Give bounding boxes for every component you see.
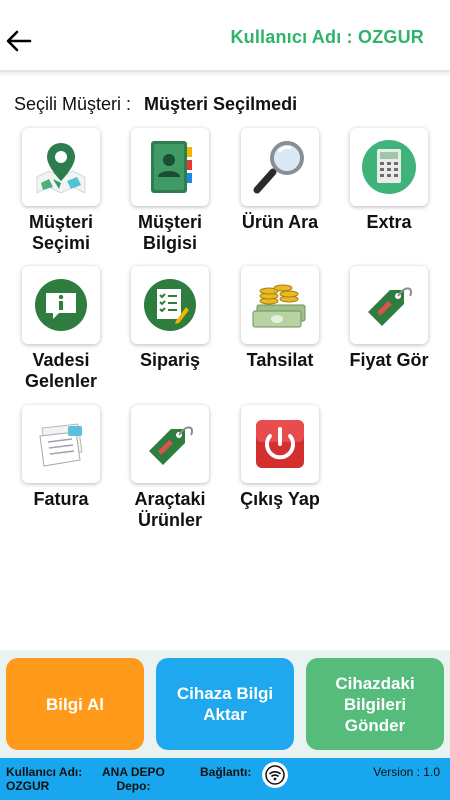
status-user: Kullanıcı Adı: OZGUR — [6, 765, 82, 793]
contact-book-icon — [131, 128, 209, 206]
cihazdaki-bilgileri-gonder-button[interactable]: Cihazdaki Bilgileri Gönder — [306, 658, 444, 750]
menu-aractaki-urunler[interactable]: Araçtaki Ürünler — [115, 405, 225, 531]
menu-label: Vadesi Gelenler — [24, 350, 98, 391]
selected-customer-row: Seçili Müşteri : Müşteri Seçilmedi — [14, 94, 297, 115]
menu-fiyat-gor[interactable]: Fiyat Gör — [334, 266, 444, 371]
status-bar: Kullanıcı Adı: OZGUR ANA DEPO Depo: Bağl… — [0, 758, 450, 800]
back-arrow-icon[interactable] — [4, 26, 34, 56]
menu-label: Çıkış Yap — [240, 489, 320, 509]
status-connection-label: Bağlantı: — [200, 765, 252, 779]
menu-label: Müşteri Bilgisi — [137, 212, 202, 253]
menu-siparis[interactable]: Sipariş — [115, 266, 225, 371]
app-root: Kullanıcı Adı : OZGUR Seçili Müşteri : M… — [0, 0, 450, 800]
info-bubble-icon — [22, 266, 100, 344]
menu-label: Fiyat Gör — [349, 350, 429, 370]
wifi-icon — [262, 762, 288, 788]
menu-label: Müşteri Seçimi — [28, 212, 93, 253]
status-user-value: OZGUR — [6, 779, 50, 793]
invoice-icon — [22, 405, 100, 483]
menu-vadesi-gelenler[interactable]: Vadesi Gelenler — [6, 266, 116, 392]
money-icon — [241, 266, 319, 344]
menu-label: Araçtaki Ürünler — [134, 489, 206, 530]
action-button-area: Bilgi Al Cihaza Bilgi Aktar Cihazdaki Bi… — [0, 650, 450, 758]
status-depo-value: ANA DEPO — [102, 765, 165, 779]
username-title: Kullanıcı Adı : OZGUR — [230, 27, 424, 47]
menu-label: Tahsilat — [246, 350, 314, 370]
menu-label: Ürün Ara — [241, 212, 319, 232]
selected-customer-value: Müşteri Seçilmedi — [144, 94, 298, 114]
menu-cikis-yap[interactable]: Çıkış Yap — [225, 405, 335, 510]
menu-musteri-secimi[interactable]: Müşteri Seçimi — [6, 128, 116, 254]
menu-label: Fatura — [33, 489, 89, 509]
top-bar: Kullanıcı Adı : OZGUR — [0, 0, 450, 72]
bilgi-al-button[interactable]: Bilgi Al — [6, 658, 144, 750]
power-icon — [241, 405, 319, 483]
cihaza-bilgi-aktar-button[interactable]: Cihaza Bilgi Aktar — [156, 658, 294, 750]
status-depo: ANA DEPO Depo: — [102, 765, 165, 793]
menu-urun-ara[interactable]: Ürün Ara — [225, 128, 335, 233]
selected-customer-label: Seçili Müşteri : — [14, 94, 132, 114]
menu-extra[interactable]: Extra — [334, 128, 444, 233]
magnifier-icon — [241, 128, 319, 206]
status-version: Version : 1.0 — [373, 765, 440, 779]
status-user-label: Kullanıcı Adı: — [6, 765, 83, 779]
price-tag-icon — [131, 405, 209, 483]
menu-label: Extra — [366, 212, 412, 232]
status-depo-label: Depo: — [116, 779, 151, 793]
price-tag-icon — [350, 266, 428, 344]
map-pin-icon — [22, 128, 100, 206]
order-list-icon — [131, 266, 209, 344]
menu-label: Sipariş — [139, 350, 201, 370]
menu-fatura[interactable]: Fatura — [6, 405, 116, 510]
menu-musteri-bilgisi[interactable]: Müşteri Bilgisi — [115, 128, 225, 254]
calculator-icon — [350, 128, 428, 206]
menu-tahsilat[interactable]: Tahsilat — [225, 266, 335, 371]
